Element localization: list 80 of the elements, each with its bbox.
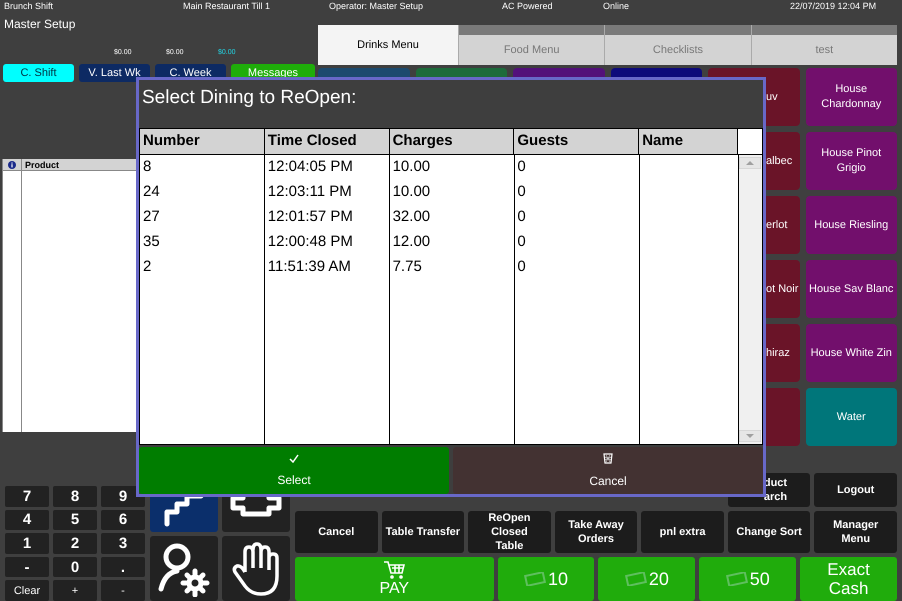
operator-label: Operator: Master Setup	[329, 0, 424, 13]
table-cell-text: 0	[516, 182, 527, 202]
function-button[interactable]: Take Away Orders	[554, 511, 638, 553]
menu-tile[interactable]: Water	[806, 388, 897, 446]
function-button[interactable]: Cancel	[295, 511, 378, 553]
network-status: Online	[603, 0, 630, 13]
table-cell-text: 7.75	[392, 257, 423, 277]
hand-icon	[231, 540, 281, 598]
banknote-icon	[726, 572, 748, 586]
function-button[interactable]: ReOpen Closed Table	[468, 511, 551, 553]
period-button[interactable]: C. Shift	[3, 64, 74, 82]
user-settings-button[interactable]	[150, 536, 218, 601]
check-icon	[289, 454, 299, 463]
scrollbar[interactable]	[738, 155, 762, 444]
user-label: Master Setup	[3, 16, 76, 33]
keypad-key[interactable]: 4	[5, 510, 49, 530]
table-cell-text: 10.00	[392, 157, 432, 177]
table-cell-text: 27	[142, 207, 161, 227]
power-status: AC Powered	[502, 0, 554, 13]
info-icon	[8, 160, 16, 168]
keypad-key[interactable]: -	[5, 556, 49, 578]
menu-tile[interactable]: House Riesling	[806, 196, 897, 254]
banknote-icon	[624, 572, 647, 586]
table-cell-text: 2	[142, 257, 152, 277]
column-header: Product	[24, 160, 60, 170]
table-cell-text: 32.00	[392, 207, 432, 227]
column-header: Time Closed	[264, 129, 390, 154]
table-cell-text: 12:03:11 PM	[266, 182, 353, 202]
keypad-key[interactable]: 7	[5, 486, 49, 507]
period-button[interactable]: V. Last Wk	[79, 64, 150, 82]
keypad-key[interactable]: Clear	[5, 580, 49, 601]
table-cell-text: 0	[516, 257, 527, 277]
wastebasket-icon	[603, 453, 613, 464]
table-cell-text: 8	[142, 157, 152, 177]
function-button[interactable]: Change Sort	[728, 511, 810, 553]
cancel-button[interactable]: Cancel	[453, 447, 763, 494]
function-button[interactable]: Manager Menu	[814, 511, 897, 553]
keypad-key[interactable]: .	[101, 556, 145, 578]
keypad-key[interactable]: 0	[53, 556, 97, 578]
cart-icon	[383, 560, 406, 580]
menu-tile[interactable]: House Sav Blanc	[806, 260, 897, 318]
till-label: Main Restaurant Till 1	[183, 0, 272, 13]
hand-button[interactable]	[222, 536, 290, 601]
table-cell-text: 24	[142, 182, 161, 202]
menu-tab[interactable]: Drinks Menu	[318, 25, 458, 65]
date-time: 22/07/2019 12:04 PM	[790, 0, 876, 13]
table-cell-text: 10.00	[392, 182, 432, 202]
table-cell-text: 0	[516, 157, 527, 177]
shift-label: Brunch Shift	[4, 0, 54, 13]
user-gear-icon	[157, 540, 211, 596]
table-cell-text: 0	[516, 232, 527, 252]
banknote-icon	[524, 572, 546, 586]
keypad-key[interactable]: -	[101, 580, 145, 601]
column-header: Guests	[514, 129, 640, 154]
menu-tile[interactable]: House Pinot Grigio	[806, 132, 897, 190]
table-cell-text: 12:00:48 PM	[266, 232, 354, 252]
table-cell-text: 11:51:39 AM	[266, 257, 352, 277]
keypad-key[interactable]: 3	[101, 533, 145, 554]
keypad-key[interactable]: 2	[53, 533, 97, 554]
column-header: Charges	[390, 129, 514, 154]
scroll-up-icon	[739, 157, 761, 169]
select-button[interactable]: Select	[139, 447, 449, 494]
dialog-title: Select Dining to ReOpen:	[142, 87, 356, 110]
menu-tile[interactable]: House Chardonnay	[806, 68, 897, 126]
scroll-down-icon	[739, 430, 761, 442]
table-cell-text: 12:01:57 PM	[266, 207, 354, 227]
column-header: Number	[140, 129, 265, 154]
keypad-key[interactable]: 1	[5, 533, 49, 554]
keypad-key[interactable]: 8	[53, 486, 97, 507]
keypad-key[interactable]: 6	[101, 510, 145, 530]
table-cell-text: 0	[516, 207, 527, 227]
menu-tile[interactable]: House White Zin	[806, 324, 897, 382]
keypad-key[interactable]: +	[53, 580, 97, 601]
table-cell-text: 12:04:05 PM	[266, 157, 354, 177]
function-button[interactable]: Logout	[814, 473, 897, 507]
function-button[interactable]: pnl extra	[641, 511, 724, 553]
function-button[interactable]: Table Transfer	[382, 511, 464, 553]
keypad-key[interactable]: 5	[53, 510, 97, 530]
table-cell-text: 35	[142, 232, 161, 252]
table-cell-text: 12.00	[392, 232, 432, 252]
